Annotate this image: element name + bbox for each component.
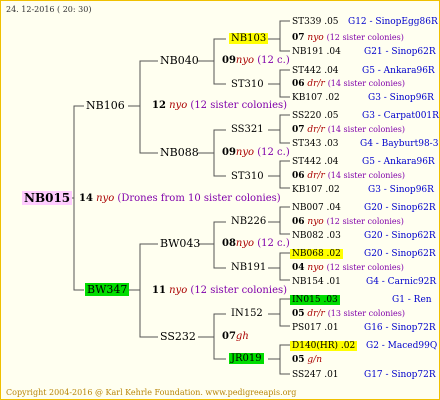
leaf-origin-d: G3 - Sinop96R bbox=[368, 93, 434, 103]
leaf-drone-info: 04 nyo (12 sister colonies) bbox=[292, 263, 404, 273]
queen-dsd[interactable]: NB191 bbox=[231, 262, 266, 274]
leaf-queen-a[interactable]: ST442 .04 bbox=[292, 156, 339, 168]
leaf-queen-a[interactable]: ST442 .04 bbox=[292, 65, 339, 77]
copyright-footer: Copyright 2004-2016 @ Karl Kehrle Founda… bbox=[6, 388, 297, 397]
leaf-queen-a[interactable]: D140(HR) .02 bbox=[290, 340, 358, 352]
leaf-origin-b: G12 - SinopEgg86R bbox=[348, 17, 438, 27]
leaf-queen-c[interactable]: NB082 .03 bbox=[292, 230, 341, 242]
dam-queen[interactable]: BW347 bbox=[85, 283, 130, 296]
leaf-origin-b: G20 - Sinop62R bbox=[364, 249, 436, 259]
leaf-queen-c[interactable]: ST343 .03 bbox=[292, 138, 339, 150]
leaf-origin-b: G5 - Ankara96R bbox=[362, 157, 435, 167]
leaf-origin-b: G20 - Sinop62R bbox=[364, 203, 436, 213]
queen-root[interactable]: NB015 bbox=[22, 191, 73, 205]
leaf-queen-c[interactable]: KB107 .02 bbox=[292, 184, 340, 196]
leaf-drone-info: 06 dr/r (14 sister colonies) bbox=[292, 79, 405, 89]
leaf-queen-c[interactable]: NB191 .04 bbox=[292, 46, 341, 58]
leaf-drone-info: 06 nyo (12 sister colonies) bbox=[292, 217, 404, 227]
leaf-drone-info: 05 dr/r (13 sister colonies) bbox=[292, 309, 405, 319]
leaf-origin-b: G2 - Maced99Q bbox=[366, 341, 438, 351]
leaf-queen-c[interactable]: PS017 .01 bbox=[292, 322, 339, 334]
queen-root-name: NB015 bbox=[22, 191, 73, 205]
leaf-drone-info: 07 nyo (12 sister colonies) bbox=[292, 33, 404, 43]
queen-sss[interactable]: NB103 bbox=[229, 33, 269, 45]
queen-sd-drone-info: 09nyo (12 c.) bbox=[222, 147, 290, 158]
leaf-drone-info: 05 g/n bbox=[292, 355, 322, 365]
queen-dd-drone-info: 07gh bbox=[222, 331, 249, 342]
leaf-queen-c[interactable]: NB154 .01 bbox=[292, 276, 341, 288]
leaf-origin-d: G20 - Sinop62R bbox=[364, 231, 436, 241]
queen-sds[interactable]: SS321 bbox=[231, 124, 264, 136]
leaf-origin-b: G5 - Ankara96R bbox=[362, 66, 435, 76]
report-date: 24. 12-2016 ( 20: 30) bbox=[6, 5, 92, 14]
queen-ssd[interactable]: ST310 bbox=[231, 79, 264, 91]
leaf-queen-a[interactable]: SS220 .05 bbox=[292, 110, 339, 122]
queen-ss[interactable]: NB040 bbox=[160, 55, 199, 67]
sire-drone-info: 12 nyo (12 sister colonies) bbox=[152, 100, 288, 111]
leaf-queen-c[interactable]: SS247 .01 bbox=[292, 369, 339, 381]
queen-ds[interactable]: BW043 bbox=[160, 238, 200, 250]
leaf-origin-d: G4 - Bayburt98-3 bbox=[360, 139, 439, 149]
queen-sdd[interactable]: ST310 bbox=[231, 171, 264, 183]
queen-ss-drone-info: 09nyo (12 c.) bbox=[222, 55, 290, 66]
queen-dd[interactable]: SS232 bbox=[160, 331, 196, 343]
leaf-queen-a[interactable]: IN015 .03 bbox=[290, 294, 340, 306]
leaf-queen-a[interactable]: ST339 .05 bbox=[292, 16, 339, 28]
dam-drone-info: 11 nyo (12 sister colonies) bbox=[152, 285, 288, 296]
leaf-queen-a[interactable]: NB068 .02 bbox=[290, 248, 343, 260]
queen-dss[interactable]: NB226 bbox=[231, 216, 266, 228]
leaf-drone-info: 07 dr/r (14 sister colonies) bbox=[292, 125, 405, 135]
leaf-origin-d: G3 - Sinop96R bbox=[368, 185, 434, 195]
sire-queen[interactable]: NB106 bbox=[86, 100, 125, 112]
leaf-origin-d: G17 - Sinop72R bbox=[364, 370, 436, 380]
leaf-queen-c[interactable]: KB107 .02 bbox=[292, 92, 340, 104]
leaf-origin-b: G1 - Ren bbox=[392, 295, 432, 305]
leaf-origin-d: G16 - Sinop72R bbox=[364, 323, 436, 333]
leaf-origin-d: G4 - Carnic92R bbox=[366, 277, 437, 287]
leaf-origin-d: G21 - Sinop62R bbox=[364, 47, 436, 57]
leaf-drone-info: 06 dr/r (14 sister colonies) bbox=[292, 171, 405, 181]
queen-dds[interactable]: IN152 bbox=[231, 308, 263, 320]
queen-ddd[interactable]: JR019 bbox=[229, 353, 264, 365]
leaf-origin-b: G3 - Carpat001R bbox=[362, 111, 439, 121]
root-drone-info: 14 nyo (Drones from 10 sister colonies) bbox=[79, 193, 281, 204]
queen-ds-drone-info: 08nyo (12 c.) bbox=[222, 238, 290, 249]
queen-sd[interactable]: NB088 bbox=[160, 147, 199, 159]
leaf-queen-a[interactable]: NB007 .04 bbox=[292, 202, 341, 214]
